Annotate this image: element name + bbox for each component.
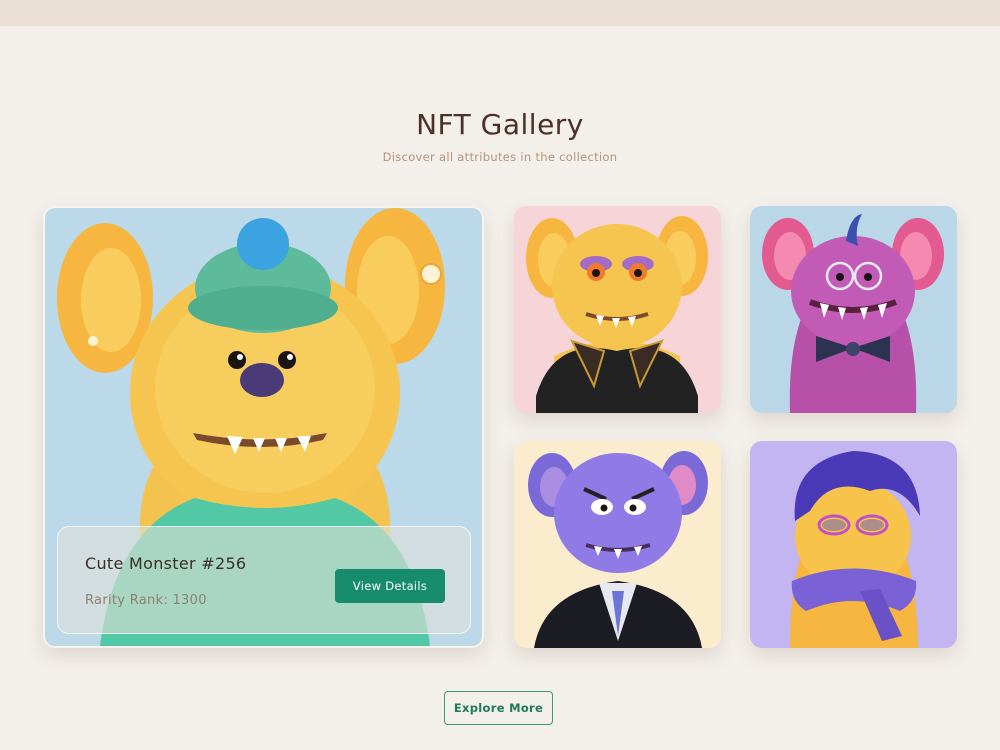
featured-nft-card[interactable]: Cute Monster #256 Rarity Rank: 1300 View… bbox=[43, 206, 484, 648]
rarity-rank: Rarity Rank: 1300 bbox=[85, 593, 207, 608]
nft-card[interactable] bbox=[514, 206, 721, 413]
page-subtitle: Discover all attributes in the collectio… bbox=[382, 150, 618, 164]
nft-card[interactable] bbox=[750, 206, 957, 413]
top-bar bbox=[0, 0, 1000, 26]
yellow-monster-scarf-icon bbox=[790, 451, 920, 648]
view-details-button[interactable]: View Details bbox=[335, 569, 445, 603]
page-title: NFT Gallery bbox=[416, 108, 584, 141]
pink-monster-bowtie-icon bbox=[762, 214, 944, 413]
featured-info-panel: Cute Monster #256 Rarity Rank: 1300 View… bbox=[57, 526, 471, 634]
yellow-monster-cape-icon bbox=[526, 216, 708, 413]
explore-more-button[interactable]: Explore More bbox=[444, 691, 553, 725]
purple-monster-suit-icon bbox=[528, 451, 708, 648]
nft-card[interactable] bbox=[750, 441, 957, 648]
nft-card[interactable] bbox=[514, 441, 721, 648]
nft-name: Cute Monster #256 bbox=[85, 554, 247, 573]
